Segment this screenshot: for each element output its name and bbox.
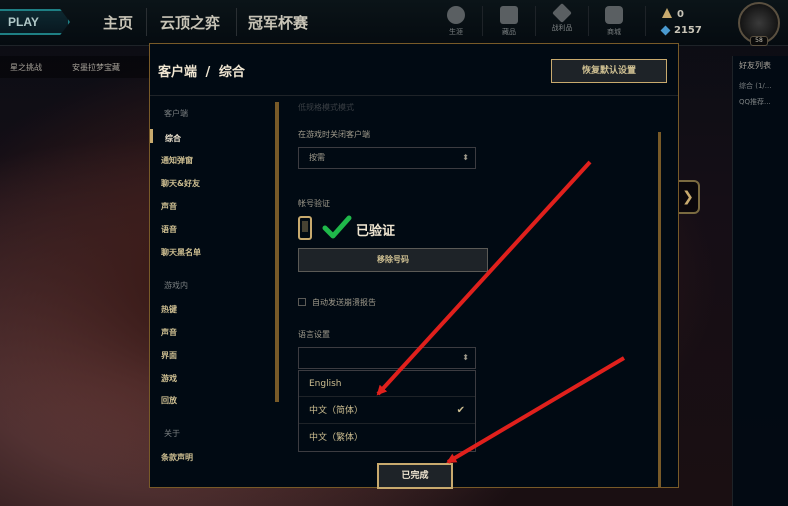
subnav-item[interactable]: 安墨拉梦宝藏 [72,62,120,73]
breadcrumb-separator: / [205,65,211,80]
sidebar-item-replays[interactable]: 回放 [161,395,177,406]
sidebar-item-hotkeys[interactable]: 热键 [161,304,177,315]
breadcrumb-page: 综合 [218,65,245,80]
sidebar-item-notifications[interactable]: 通知弹窗 [161,155,193,166]
be-balance[interactable]: 2157 [660,25,702,36]
option-label: 中文（繁体） [309,433,364,443]
sidebar-item-voice[interactable]: 语音 [161,224,177,235]
reset-defaults-button[interactable]: 恢复默认设置 [551,59,667,83]
blue-essence-icon [660,25,671,36]
friends-header: 好友列表 [739,61,771,70]
friends-group[interactable]: 综合 (1/... [733,75,788,91]
check-icon: ✔ [456,405,465,416]
breadcrumb: 客户端 / 综合 [158,61,245,80]
modal-header: 客户端 / 综合 恢复默认设置 [150,44,678,96]
settings-modal: 客户端 / 综合 恢复默认设置 客户端 综合 通知弹窗 聊天&好友 声音 语音 … [149,43,679,488]
close-client-select[interactable]: 按需 ⬍ [298,147,476,169]
nav-loot-label: 战利品 [551,24,573,32]
remove-number-button[interactable]: 移除号码 [298,248,488,272]
nav-divider [645,6,646,36]
checkmark-icon [322,215,352,239]
tab-home[interactable]: 主页 [103,12,133,33]
faded-setting-text: 低规格模式模式 [298,103,354,112]
nav-collection[interactable]: 藏品 [489,6,529,37]
nav-divider [482,6,483,36]
language-select[interactable]: ⬍ [298,347,476,369]
tab-tft[interactable]: 云顶之弈 [160,12,220,33]
rp-value: 0 [677,9,684,20]
nav-store-label: 商城 [607,28,621,36]
auto-send-crash-checkbox[interactable] [298,298,306,306]
tab-clash[interactable]: 冠军杯赛 [248,12,308,33]
verified-status: 已验证 [356,224,396,239]
play-button[interactable]: PLAY [0,9,70,35]
sidebar-item-sound[interactable]: 声音 [161,201,177,212]
account-verify-label: 帐号验证 [298,199,330,208]
nav-profile[interactable]: 生涯 [436,6,476,37]
option-label: 中文（简体） [309,406,364,416]
breadcrumb-section: 客户端 [158,65,198,80]
auto-send-crash-label: 自动发送崩溃报告 [312,298,376,307]
rp-balance[interactable]: 0 [662,8,684,20]
summoner-level: 58 [750,36,768,46]
language-option-simplified-chinese[interactable]: 中文（简体） ✔ [299,398,475,424]
nav-profile-label: 生涯 [449,28,463,36]
nav-store[interactable]: 商城 [594,6,634,37]
close-client-value: 按需 [309,153,325,162]
active-indicator [150,129,153,143]
sidebar-item-general[interactable]: 综合 [165,133,181,144]
nav-divider [588,6,589,36]
settings-sidebar: 客户端 综合 通知弹窗 聊天&好友 声音 语音 聊天黑名单 游戏内 热键 声音 … [150,102,278,482]
profile-icon [447,6,465,24]
content-scrollbar[interactable] [658,132,661,487]
friends-group[interactable]: QQ推荐... [733,91,788,107]
option-label: English [309,379,342,389]
nav-divider [146,8,147,36]
sidebar-item-game[interactable]: 游戏 [161,373,177,384]
sidebar-scrollbar[interactable] [275,102,279,402]
chevron-updown-icon: ⬍ [462,153,469,162]
nav-divider [236,8,237,36]
nav-group-about: 关于 [164,429,180,438]
chevron-right-icon[interactable]: ❯ [678,180,700,214]
sub-navigation: 星之挑战 安墨拉梦宝藏 [0,56,150,78]
sidebar-item-chat-friends[interactable]: 聊天&好友 [161,178,200,189]
subnav-item[interactable]: 星之挑战 [10,62,42,73]
nav-group-client: 客户端 [164,109,188,118]
store-icon [605,6,623,24]
avatar[interactable]: 58 [738,2,780,46]
language-dropdown-list: English 中文（简体） ✔ 中文（繁体） [298,370,476,452]
language-option-english[interactable]: English [299,371,475,397]
language-label: 语言设置 [298,330,330,339]
sidebar-item-terms[interactable]: 条款声明 [161,452,193,463]
top-navigation: PLAY 主页 云顶之弈 冠军杯赛 生涯 藏品 战利品 商城 0 2157 58 [0,0,788,46]
chevron-updown-icon: ⬍ [462,353,469,362]
phone-icon [298,216,312,240]
loot-icon [552,3,572,23]
nav-collection-label: 藏品 [502,28,516,36]
done-button[interactable]: 已完成 [377,463,453,489]
collection-icon [500,6,518,24]
nav-divider [535,6,536,36]
nav-loot[interactable]: 战利品 [542,3,582,33]
be-value: 2157 [674,25,702,36]
language-option-traditional-chinese[interactable]: 中文（繁体） [299,425,475,451]
settings-content: 低规格模式模式 在游戏时关闭客户端 按需 ⬍ 帐号验证 已验证 移除号码 自动发… [290,102,650,482]
rp-icon [662,8,672,18]
close-client-label: 在游戏时关闭客户端 [298,130,370,139]
sidebar-item-interface[interactable]: 界面 [161,350,177,361]
sidebar-item-blocklist[interactable]: 聊天黑名单 [161,247,201,258]
nav-group-ingame: 游戏内 [164,281,188,290]
sidebar-item-ingame-sound[interactable]: 声音 [161,327,177,338]
friends-panel: 好友列表 综合 (1/... QQ推荐... [732,56,788,506]
